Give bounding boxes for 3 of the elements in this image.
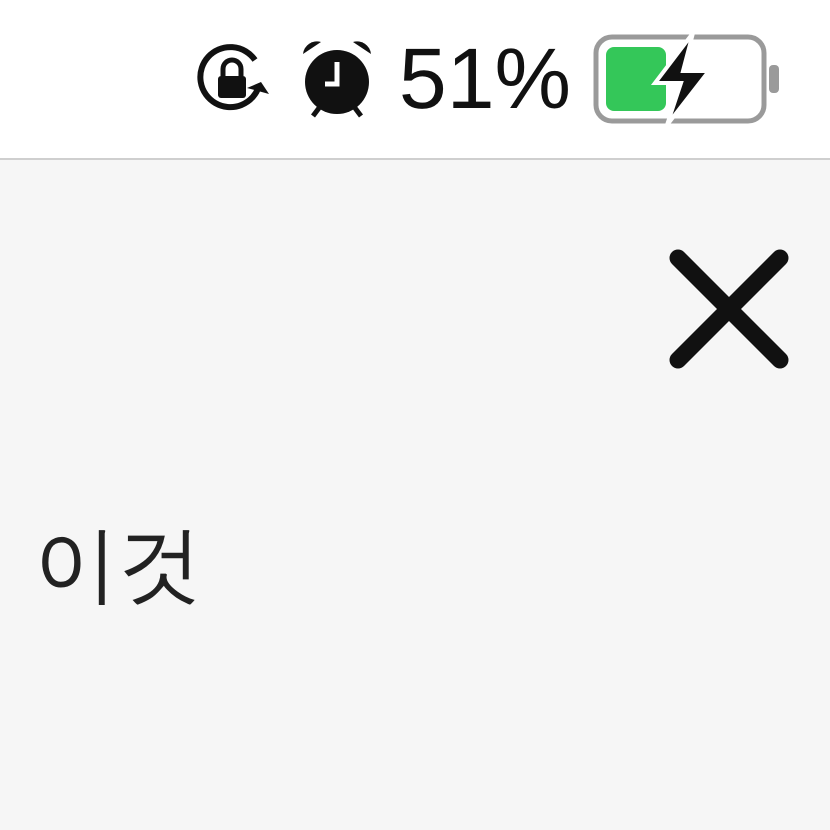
item-label: 이것 <box>34 522 202 606</box>
battery-percentage: 51% <box>398 36 571 122</box>
close-icon <box>668 248 790 370</box>
